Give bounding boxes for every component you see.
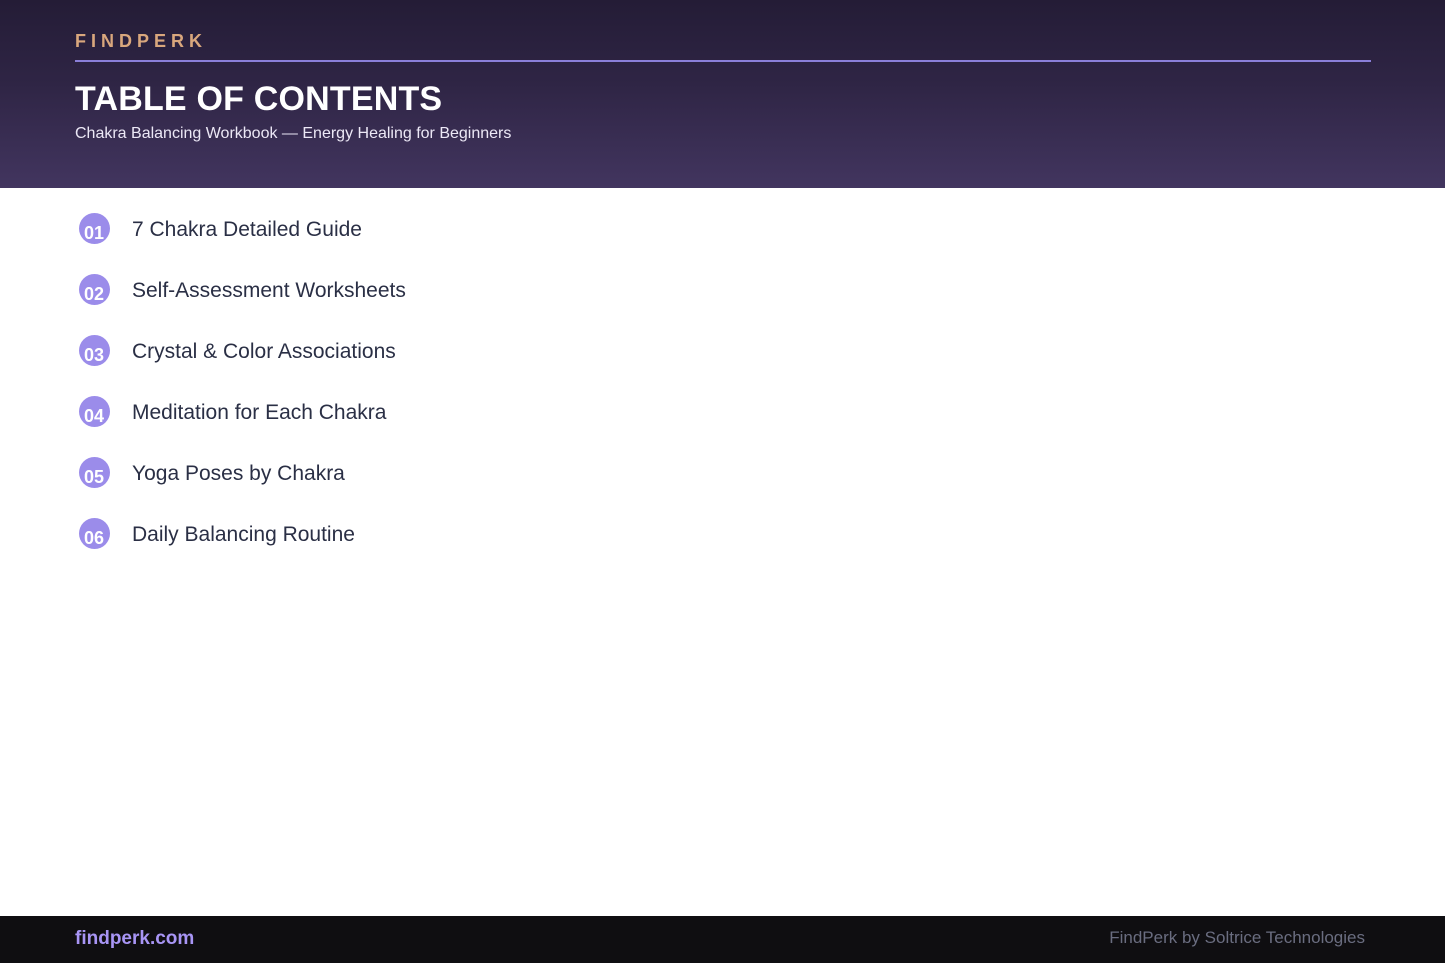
toc-item-4[interactable]: 04 Meditation for Each Chakra [78,395,778,435]
badge-number: 02 [84,284,105,304]
badge-number: 01 [84,223,105,243]
toc-item-label: Yoga Poses by Chakra [132,462,345,485]
toc-item-3[interactable]: 03 Crystal & Color Associations [78,334,778,374]
number-badge: 02 [79,274,110,305]
header-banner: FINDPERK TABLE OF CONTENTS Chakra Balanc… [0,0,1445,188]
header-divider [75,60,1371,62]
brand-wordmark: FINDPERK [75,31,208,51]
number-badge: 01 [79,213,110,244]
page: FINDPERK TABLE OF CONTENTS Chakra Balanc… [0,0,1445,963]
footer-site-link[interactable]: findperk.com [75,928,194,950]
toc-item-label: 7 Chakra Detailed Guide [132,218,362,241]
badge-number: 05 [84,467,105,487]
toc-item-label: Crystal & Color Associations [132,340,396,363]
badge-number: 06 [84,528,105,548]
toc-item-label: Meditation for Each Chakra [132,401,387,424]
toc-item-6[interactable]: 06 Daily Balancing Routine [78,517,778,557]
toc-item-1[interactable]: 01 7 Chakra Detailed Guide [78,212,778,252]
page-title: TABLE OF CONTENTS [75,80,443,118]
page-subtitle: Chakra Balancing Workbook — Energy Heali… [75,125,512,142]
number-badge: 05 [79,457,110,488]
number-badge: 04 [79,396,110,427]
toc-item-label: Daily Balancing Routine [132,523,355,546]
toc-item-2[interactable]: 02 Self-Assessment Worksheets [78,273,778,313]
badge-number: 03 [84,345,105,365]
footer-bar: findperk.com FindPerk by Soltrice Techno… [0,916,1445,963]
toc-item-5[interactable]: 05 Yoga Poses by Chakra [78,456,778,496]
footer-credit: FindPerk by Soltrice Technologies [1109,928,1365,947]
toc-item-label: Self-Assessment Worksheets [132,279,406,302]
number-badge: 03 [79,335,110,366]
badge-number: 04 [84,406,105,426]
number-badge: 06 [79,518,110,549]
